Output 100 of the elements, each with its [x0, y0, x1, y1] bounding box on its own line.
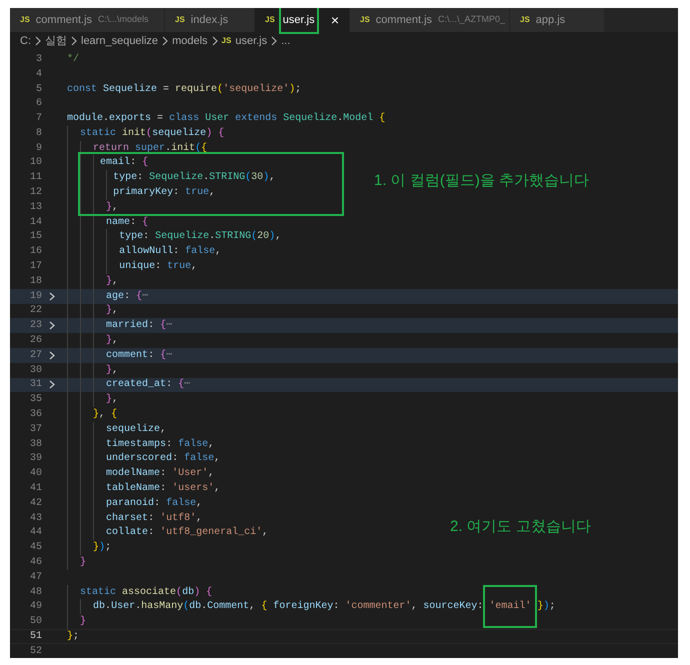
code-token: , — [411, 600, 418, 614]
code-token: ( — [217, 82, 224, 96]
code-token: static — [80, 586, 118, 600]
code-token: unique — [119, 260, 156, 274]
code-token: } — [106, 364, 112, 378]
code-token: , — [196, 512, 202, 526]
fold-chevron-icon[interactable] — [49, 321, 55, 330]
editor-tab[interactable]: JS app.js — [510, 8, 605, 32]
code-token: true — [167, 260, 192, 274]
line-number: 17 — [28, 260, 42, 274]
line-number: 5 — [34, 82, 42, 96]
code-token: Comment — [207, 600, 250, 614]
code-token: type — [113, 171, 138, 186]
code-token: , — [275, 230, 282, 244]
line-number: 23 — [28, 319, 42, 334]
line-number: 49 — [28, 600, 42, 614]
line-number: 27 — [28, 348, 42, 363]
code-token: , — [208, 438, 214, 452]
code-token: , — [262, 526, 268, 540]
code-token: : — [166, 378, 174, 392]
breadcrumb-item[interactable]: user.js — [235, 32, 268, 50]
code-token: Sequelize — [149, 170, 204, 186]
code-token: email — [100, 156, 130, 170]
code-token: { — [261, 600, 268, 614]
js-file-icon: JS — [222, 35, 232, 47]
code-token: module — [67, 112, 104, 126]
editor-tab[interactable]: JS comment.js C:\...\_AZTMP0_ — [350, 8, 510, 32]
code-token: : — [154, 496, 162, 511]
code-token: , — [112, 334, 118, 348]
code-token: ( — [146, 126, 152, 141]
code-token: , — [209, 186, 216, 200]
code-token: modelName — [106, 466, 160, 482]
code-token: , — [99, 408, 106, 422]
code-token: foreignKey — [273, 600, 334, 614]
code-token: : — [477, 600, 484, 614]
code-token: ; — [549, 600, 556, 614]
code-token: : — [148, 319, 156, 334]
code-token: : — [137, 171, 144, 186]
breadcrumb-item[interactable]: C: — [20, 32, 31, 50]
breadcrumb-item[interactable]: ... — [281, 32, 290, 50]
js-file-icon: JS — [175, 14, 185, 26]
code-token: false — [185, 244, 216, 260]
code-token: , — [215, 245, 222, 260]
code-token: false — [178, 438, 208, 452]
line-number: 19 — [28, 290, 42, 304]
line-number: 3 — [34, 52, 42, 67]
code-token: Model — [343, 112, 374, 126]
code-token: } — [106, 334, 112, 348]
code-token: ) — [543, 600, 550, 614]
code-token: sourceKey — [423, 600, 478, 614]
line-number: 39 — [28, 452, 42, 466]
code-token: ) — [289, 82, 296, 96]
code-token: 'sequelize' — [223, 82, 290, 96]
line-number: 45 — [28, 541, 42, 556]
code-token: ( — [183, 600, 190, 614]
fold-chevron-icon[interactable] — [49, 350, 55, 360]
code-token: Sequelize — [155, 230, 210, 244]
line-number: 22 — [28, 304, 42, 318]
fold-chevron-icon[interactable] — [49, 380, 55, 390]
line-number: 7 — [34, 112, 42, 126]
code-token: ) { — [194, 586, 212, 600]
code-token: ( — [176, 586, 182, 600]
editor-tab[interactable]: JS index.js — [165, 8, 255, 32]
line-number: 12 — [28, 186, 42, 200]
line-number: 35 — [28, 393, 42, 408]
code-token: : — [130, 156, 138, 170]
code-token: allowNull — [119, 244, 174, 260]
code-token: } — [80, 556, 86, 570]
breadcrumb-item[interactable]: 실험 — [45, 32, 67, 50]
fold-chevron-icon[interactable] — [49, 292, 55, 301]
code-token: = — [162, 82, 170, 96]
line-number: 30 — [28, 364, 42, 378]
code-token: ( — [251, 230, 258, 244]
code-token: { — [160, 348, 166, 363]
breadcrumb-item[interactable]: learn_sequelize — [81, 32, 158, 50]
code-token: . — [203, 171, 210, 186]
code-token: timestamps — [106, 438, 166, 452]
code-token: 'commenter' — [345, 600, 412, 614]
tab-path: C:\...\_AZTMP0_ — [438, 13, 506, 26]
code-token: created_at — [106, 378, 166, 392]
code-token: , — [112, 364, 118, 378]
code-token: , — [112, 200, 118, 215]
line-number: 15 — [28, 230, 42, 244]
editor-tab[interactable]: JS user.js × — [255, 8, 350, 32]
line-number: 9 — [34, 142, 42, 156]
code-token: type — [119, 230, 144, 244]
close-icon[interactable]: × — [330, 10, 339, 30]
line-number: 43 — [28, 512, 42, 526]
code-token: : — [166, 438, 174, 452]
tab-path: C:\...\models — [98, 13, 149, 26]
code-token: User — [111, 600, 136, 614]
code-token: underscored — [106, 452, 172, 466]
line-number: 14 — [28, 216, 42, 230]
line-number: 18 — [28, 274, 42, 289]
breadcrumb-item[interactable]: models — [172, 32, 208, 50]
code-token: } — [106, 304, 112, 318]
code-token: , — [112, 274, 118, 289]
chevron-icon — [35, 36, 41, 46]
line-number: 13 — [28, 200, 42, 215]
editor-tab[interactable]: JS comment.js C:\...\models — [10, 8, 165, 32]
